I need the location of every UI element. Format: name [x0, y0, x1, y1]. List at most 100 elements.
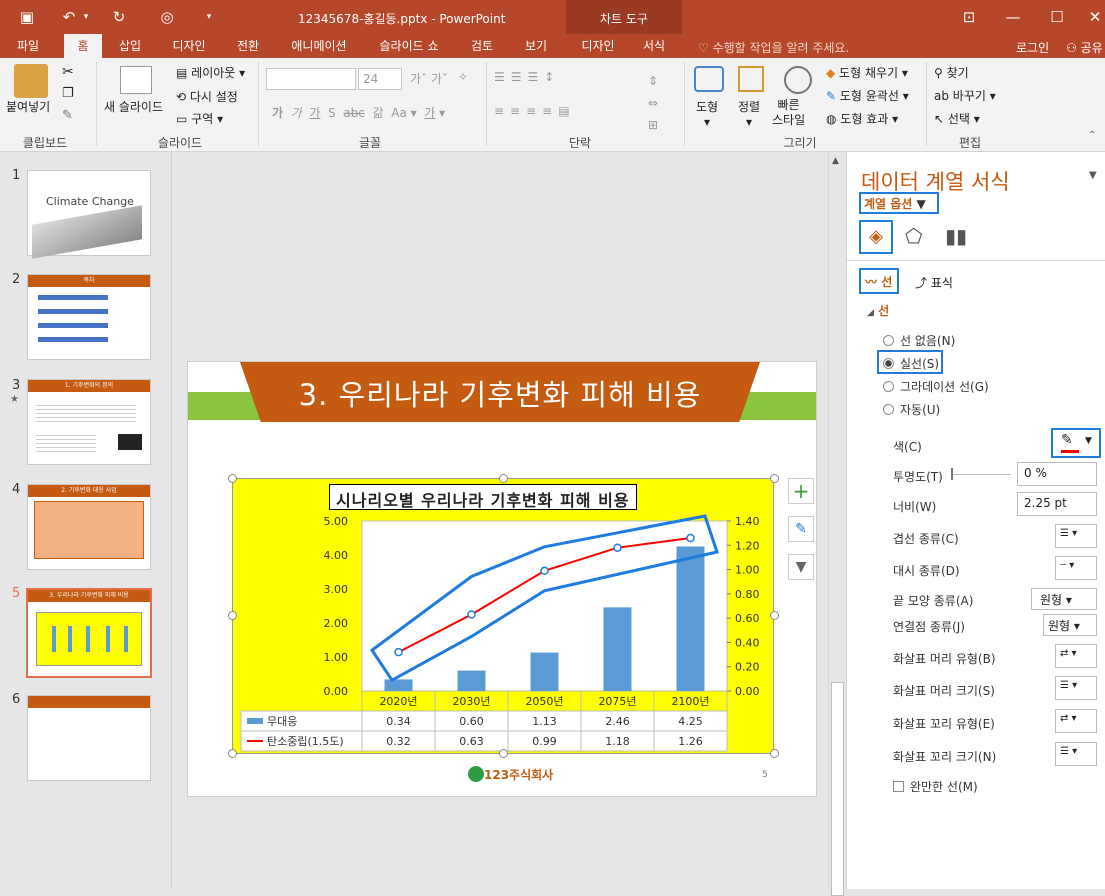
- scroll-thumb[interactable]: [831, 682, 844, 896]
- end-arrow-type-dropdown[interactable]: ⇄ ▾: [1055, 709, 1097, 733]
- join-type-dropdown[interactable]: 원형 ▾: [1043, 614, 1097, 636]
- radio-gradient-line[interactable]: 그라데이션 선(G): [883, 378, 989, 395]
- chart-filter-icon[interactable]: ▼: [788, 554, 814, 580]
- width-input[interactable]: 2.25 pt: [1017, 492, 1097, 516]
- tab-chart-format[interactable]: 서식: [634, 34, 674, 58]
- resize-handle[interactable]: [770, 749, 779, 758]
- slide-thumbnail-2[interactable]: 목차: [27, 274, 151, 360]
- font-size-box[interactable]: 24: [358, 68, 402, 90]
- font-grow-icon[interactable]: 가ˆ 가ˇ: [410, 70, 448, 87]
- fill-line-tab-icon[interactable]: ◈: [859, 220, 893, 254]
- paste-button[interactable]: 붙여넣기: [6, 98, 50, 115]
- scroll-up-icon[interactable]: ▲: [832, 156, 839, 166]
- chart[interactable]: 0.00 1.00 2.00 3.00 4.00 5.00 0.00 0.20 0.40 0.60…: [232, 478, 774, 754]
- series-options-dropdown[interactable]: 계열 옵션 ▼: [859, 192, 939, 214]
- tab-transitions[interactable]: 전환: [228, 34, 268, 58]
- tab-view[interactable]: 보기: [516, 34, 556, 58]
- font-color-icon[interactable]: 가: [424, 106, 435, 120]
- checkbox[interactable]: [893, 781, 904, 792]
- tab-review[interactable]: 검토: [462, 34, 502, 58]
- ribbon-display-icon[interactable]: ⊡: [958, 6, 980, 28]
- radio-button[interactable]: [883, 404, 894, 415]
- font-name-box[interactable]: [266, 68, 356, 90]
- dash-type-dropdown[interactable]: ┄ ▾: [1055, 556, 1097, 580]
- chart-title[interactable]: 시나리오별 우리나라 기후변화 피해 비용: [329, 484, 637, 510]
- underline-icon[interactable]: 가: [309, 106, 320, 120]
- radio-button[interactable]: [883, 358, 894, 369]
- save-icon[interactable]: ▣: [16, 6, 38, 28]
- tab-chart-design[interactable]: 디자인: [574, 34, 622, 58]
- new-slide-button[interactable]: 새 슬라이드: [104, 98, 163, 115]
- resize-handle[interactable]: [770, 611, 779, 620]
- italic-icon[interactable]: 가: [291, 106, 302, 120]
- slide-thumbnail-5[interactable]: 3. 우리나라 기후변화 피해 비용: [26, 588, 152, 678]
- tab-slideshow[interactable]: 슬라이드 쇼: [372, 34, 446, 58]
- radio-automatic[interactable]: 자동(U): [883, 401, 940, 418]
- list-buttons[interactable]: ☰☰☰↕: [494, 70, 560, 84]
- customize-qat-icon[interactable]: ▾: [198, 6, 220, 28]
- section-button[interactable]: ▭ 구역 ▾: [176, 110, 223, 127]
- cut-icon[interactable]: ✂: [62, 64, 74, 80]
- resize-handle[interactable]: [499, 749, 508, 758]
- format-painter-icon[interactable]: ✎: [62, 108, 73, 123]
- tab-animations[interactable]: 애니메이션: [282, 34, 356, 58]
- begin-arrow-type-dropdown[interactable]: ⇄ ▾: [1055, 644, 1097, 668]
- share-button[interactable]: ⚇ 공유: [1066, 39, 1103, 56]
- present-icon[interactable]: ◎: [156, 6, 178, 28]
- slide-thumbnail-6[interactable]: [27, 695, 151, 781]
- resize-handle[interactable]: [499, 474, 508, 483]
- redo-icon[interactable]: ↻: [108, 6, 130, 28]
- clear-format-icon[interactable]: ✧: [458, 70, 468, 84]
- undo-icon[interactable]: ↶: [58, 6, 80, 28]
- vertical-scrollbar[interactable]: ▲: [828, 152, 846, 896]
- resize-handle[interactable]: [228, 474, 237, 483]
- begin-arrow-size-dropdown[interactable]: ☰ ▾: [1055, 676, 1097, 700]
- radio-button[interactable]: [883, 335, 894, 346]
- copy-icon[interactable]: ❐: [62, 86, 74, 101]
- radio-solid-line[interactable]: 실선(S): [877, 350, 943, 374]
- quick-style-button[interactable]: 빠른 스타일: [772, 98, 805, 128]
- login-link[interactable]: 로그인: [1016, 39, 1049, 56]
- slide-thumbnail-4[interactable]: 2. 기후변화 대응 사업: [27, 484, 151, 570]
- tab-design[interactable]: 디자인: [166, 34, 212, 58]
- slide[interactable]: 3. 우리나라 기후변화 피해 비용 0.00 1.00 2.00 3.00 4.00 5…: [187, 361, 817, 797]
- cap-type-dropdown[interactable]: 원형 ▾: [1031, 588, 1097, 610]
- transparency-slider[interactable]: [953, 474, 1011, 475]
- transparency-input[interactable]: 0 %: [1017, 462, 1097, 486]
- radio-no-line[interactable]: 선 없음(N): [883, 332, 955, 349]
- tab-file[interactable]: 파일: [8, 34, 48, 58]
- maximize-icon[interactable]: ☐: [1046, 6, 1068, 28]
- select-button[interactable]: ↖ 선택 ▾: [934, 110, 980, 127]
- slide-thumbnail-3[interactable]: 1. 기후변화의 정의: [27, 379, 151, 465]
- strikethrough-icon[interactable]: abc: [343, 106, 365, 120]
- close-icon[interactable]: ✕: [1084, 6, 1105, 28]
- replace-button[interactable]: ab 바꾸기 ▾: [934, 87, 996, 104]
- resize-handle[interactable]: [228, 749, 237, 758]
- arrange-button[interactable]: 정렬 ▾: [738, 98, 760, 129]
- resize-handle[interactable]: [770, 474, 779, 483]
- line-section-header[interactable]: ◢ 선: [867, 302, 889, 319]
- line-color-button[interactable]: ✎ ▼: [1051, 428, 1101, 458]
- align-buttons[interactable]: ≡≡≡≡▤: [494, 104, 576, 118]
- shape-outline-button[interactable]: ✎ 도형 윤곽선 ▾: [826, 87, 909, 104]
- shape-effect-button[interactable]: ◍ 도형 효과 ▾: [826, 110, 898, 127]
- series-options-tab-bars-icon[interactable]: ▮▮: [945, 224, 967, 248]
- case-icon[interactable]: Aa: [391, 106, 407, 120]
- compound-type-dropdown[interactable]: ☰ ▾: [1055, 524, 1097, 548]
- tab-insert[interactable]: 삽입: [110, 34, 150, 58]
- find-button[interactable]: ⚲ 찾기: [934, 64, 969, 81]
- chart-elements-plus-icon[interactable]: +: [788, 478, 814, 504]
- tab-home[interactable]: 홈: [64, 34, 102, 58]
- resize-handle[interactable]: [228, 611, 237, 620]
- tell-me-box[interactable]: ♡ 수행할 작업을 알려 주세요.: [698, 39, 849, 56]
- shadow-icon[interactable]: S: [328, 106, 336, 120]
- effects-tab-pentagon-icon[interactable]: ⬠: [905, 224, 922, 248]
- minimize-icon[interactable]: —: [1002, 6, 1024, 28]
- text-direction-icons[interactable]: ⇕ ⇔ ⊞: [648, 70, 658, 136]
- slide-title[interactable]: 3. 우리나라 기후변화 피해 비용: [240, 372, 760, 414]
- undo-dropdown-icon[interactable]: ▾: [80, 6, 92, 28]
- line-subtab[interactable]: 〰 선: [859, 268, 899, 294]
- bold-icon[interactable]: 가: [272, 106, 283, 120]
- chart-styles-brush-icon[interactable]: ✎: [788, 516, 814, 542]
- shape-fill-button[interactable]: ◆ 도형 채우기 ▾: [826, 64, 908, 81]
